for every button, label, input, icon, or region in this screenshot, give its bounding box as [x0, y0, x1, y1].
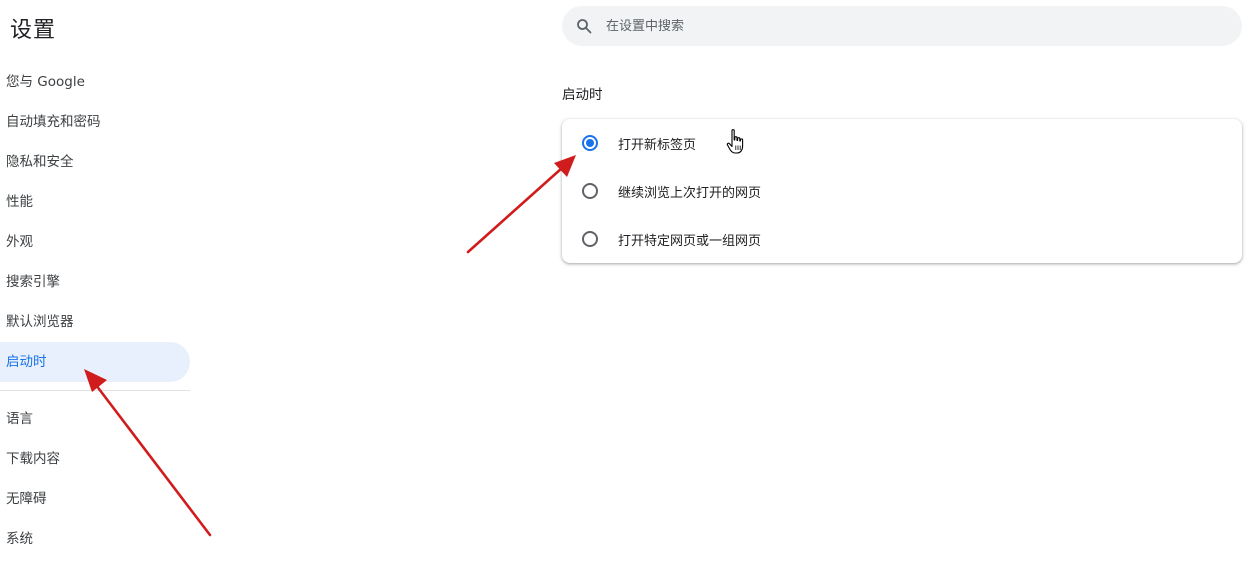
annotation-arrow-option: [466, 155, 576, 254]
search-bar[interactable]: [562, 6, 1242, 46]
page-title: 设置: [10, 18, 57, 43]
startup-option-continue[interactable]: 继续浏览上次打开的网页: [562, 167, 1242, 215]
section-title-on-startup: 启动时: [562, 87, 603, 103]
sidebar-item-performance[interactable]: 性能: [0, 182, 192, 222]
sidebar-item-privacy[interactable]: 隐私和安全: [0, 142, 192, 182]
sidebar-divider: [0, 390, 190, 391]
sidebar-item-on-startup[interactable]: 启动时: [0, 342, 190, 382]
sidebar-item-languages[interactable]: 语言: [0, 399, 192, 439]
sidebar-item-appearance[interactable]: 外观: [0, 222, 192, 262]
startup-option-specific-pages[interactable]: 打开特定网页或一组网页: [562, 215, 1242, 263]
radio-button[interactable]: [582, 183, 598, 199]
radio-button-checked[interactable]: [582, 135, 598, 151]
settings-page: 设置 您与 Google 自动填充和密码 隐私和安全 性能 外观 搜索引擎 默认…: [0, 0, 1258, 561]
sidebar-item-search-engine[interactable]: 搜索引擎: [0, 262, 192, 302]
startup-option-new-tab[interactable]: 打开新标签页: [562, 119, 1242, 167]
sidebar-item-system[interactable]: 系统: [0, 519, 192, 559]
startup-options-card: 打开新标签页 继续浏览上次打开的网页 打开特定网页或一组网页: [562, 119, 1242, 263]
hand-pointer-icon: [725, 128, 747, 156]
sidebar-item-default-browser[interactable]: 默认浏览器: [0, 302, 192, 342]
search-input[interactable]: [606, 18, 1206, 34]
startup-option-label: 打开特定网页或一组网页: [618, 233, 762, 249]
sidebar-item-accessibility[interactable]: 无障碍: [0, 479, 192, 519]
startup-option-label: 打开新标签页: [618, 137, 697, 153]
sidebar: 您与 Google 自动填充和密码 隐私和安全 性能 外观 搜索引擎 默认浏览器…: [0, 62, 192, 559]
sidebar-item-autofill[interactable]: 自动填充和密码: [0, 102, 192, 142]
sidebar-item-downloads[interactable]: 下载内容: [0, 439, 192, 479]
startup-option-label: 继续浏览上次打开的网页: [618, 185, 762, 201]
radio-button[interactable]: [582, 231, 598, 247]
sidebar-item-you-and-google[interactable]: 您与 Google: [0, 62, 192, 102]
search-icon: [576, 18, 592, 34]
